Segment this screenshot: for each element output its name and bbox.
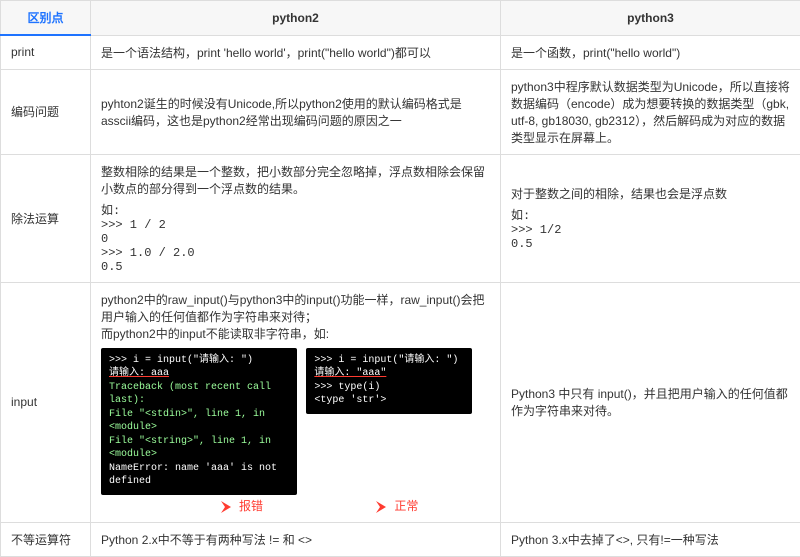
- code-block: 如: >>> 1 / 2 0 >>> 1.0 / 2.0 0.5: [101, 201, 490, 274]
- term-line: >>> i = input("请输入: "): [109, 354, 289, 368]
- term-line: 请输入: "aaa": [314, 367, 464, 381]
- error-tag: 报错: [239, 499, 263, 513]
- ok-tag: 正常: [394, 499, 418, 513]
- row-label: 除法运算: [1, 154, 91, 282]
- arrow-icon: [221, 501, 235, 513]
- col-header-py2[interactable]: python2: [91, 1, 501, 36]
- cell-py2: 是一个语法结构，print 'hello world'，print("hello…: [91, 35, 501, 69]
- col-header-diff[interactable]: 区别点: [1, 1, 91, 36]
- table-row: print 是一个语法结构，print 'hello world'，print(…: [1, 35, 800, 69]
- term-line: File "<stdin>", line 1, in <module>: [109, 408, 289, 435]
- cell-py3: python3中程序默认数据类型为Unicode，所以直接将数据编码（encod…: [501, 69, 800, 154]
- cell-py2: 整数相除的结果是一个整数，把小数部分完全忽略掉，浮点数相除会保留小数点的部分得到…: [91, 154, 501, 282]
- cell-py3: 对于整数之间的相除，结果也会是浮点数 如: >>> 1/2 0.5: [501, 154, 800, 282]
- table-row: 除法运算 整数相除的结果是一个整数，把小数部分完全忽略掉，浮点数相除会保留小数点…: [1, 154, 800, 282]
- row-label: 不等运算符: [1, 522, 91, 556]
- cell-text: 对于整数之间的相除，结果也会是浮点数: [511, 187, 727, 201]
- term-line: 请输入: aaa: [109, 367, 289, 381]
- term-line: >>> type(i): [314, 381, 464, 395]
- row-label: input: [1, 282, 91, 522]
- cell-py3: Python 3.x中去掉了<>, 只有!=一种写法: [501, 522, 800, 556]
- table-row: input python2中的raw_input()与python3中的inpu…: [1, 282, 800, 522]
- table-row: 不等运算符 Python 2.x中不等于有两种写法 != 和 <> Python…: [1, 522, 800, 556]
- cell-py3: 是一个函数，print("hello world"): [501, 35, 800, 69]
- cell-py3: Python3 中只有 input()，并且把用户输入的任何值都作为字符串来对待…: [501, 282, 800, 522]
- cell-text: python2中的raw_input()与python3中的input()功能一…: [101, 291, 490, 342]
- term-line: >>> i = input("请输入: "): [314, 354, 464, 368]
- cell-py2: python2中的raw_input()与python3中的input()功能一…: [91, 282, 501, 522]
- code-block: 如: >>> 1/2 0.5: [511, 206, 790, 251]
- cell-py2: pyhton2诞生的时候没有Unicode,所以python2使用的默认编码格式…: [91, 69, 501, 154]
- term-line: Traceback (most recent call last):: [109, 381, 289, 408]
- term-line: NameError: name 'aaa' is not defined: [109, 462, 289, 489]
- cell-text: 整数相除的结果是一个整数，把小数部分完全忽略掉，浮点数相除会保留小数点的部分得到…: [101, 165, 485, 196]
- terminal-error: >>> i = input("请输入: ") 请输入: aaa Tracebac…: [101, 348, 297, 495]
- table-row: 编码问题 pyhton2诞生的时候没有Unicode,所以python2使用的默…: [1, 69, 800, 154]
- comparison-table: 区别点 python2 python3 print 是一个语法结构，print …: [0, 0, 800, 557]
- cell-py2: Python 2.x中不等于有两种写法 != 和 <>: [91, 522, 501, 556]
- row-label: 编码问题: [1, 69, 91, 154]
- table-header-row: 区别点 python2 python3: [1, 1, 800, 36]
- arrow-icon: [376, 501, 390, 513]
- row-label: print: [1, 35, 91, 69]
- col-header-py3[interactable]: python3: [501, 1, 800, 36]
- terminal-ok: >>> i = input("请输入: ") 请输入: "aaa" >>> ty…: [306, 348, 472, 414]
- term-line: <type 'str'>: [314, 394, 464, 408]
- term-line: File "<string>", line 1, in <module>: [109, 435, 289, 462]
